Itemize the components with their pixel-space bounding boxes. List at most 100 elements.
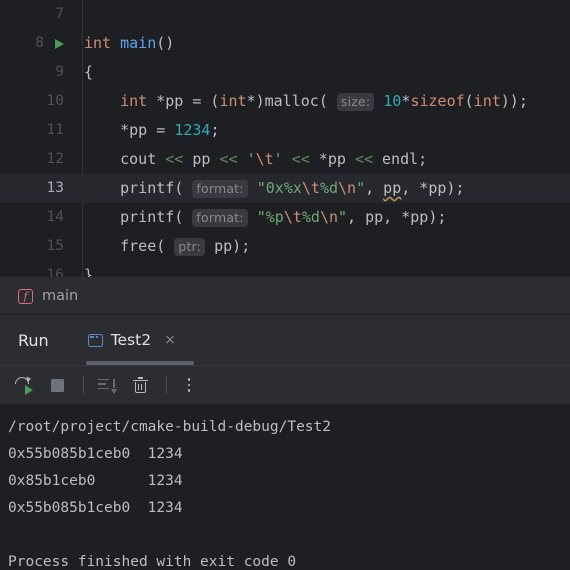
rerun-button[interactable]: [8, 370, 38, 400]
code-token: \t: [283, 208, 302, 226]
code-token: {: [84, 63, 94, 81]
scroll-to-end-button[interactable]: [91, 370, 121, 400]
code-text[interactable]: int *pp = (int*)malloc( size: 10*sizeof(…: [70, 92, 528, 111]
code-token: int: [473, 92, 501, 110]
line-number: 9: [55, 64, 64, 81]
code-token: cout: [84, 150, 166, 168]
code-token: printf: [84, 179, 175, 197]
ide-window: 7 8 int main() 9{10 int *pp = (int*)malloc(…: [0, 0, 570, 570]
code-token: *): [246, 92, 265, 110]
code-text[interactable]: free( ptr: pp);: [70, 237, 251, 256]
gutter-7[interactable]: 7: [0, 0, 70, 29]
parameter-hint: format:: [192, 180, 248, 198]
run-panel-toolbar: [0, 366, 570, 404]
code-token: int: [219, 92, 247, 110]
code-text[interactable]: cout << pp << '\t' << *pp << endl;: [70, 152, 427, 167]
code-text[interactable]: printf( format: "%p\t%d\n", pp, *pp);: [70, 208, 447, 227]
code-token: %d: [301, 208, 320, 226]
gutter-10[interactable]: 10: [0, 87, 70, 116]
code-token: (: [318, 92, 337, 110]
code-line-8[interactable]: 8 int main(): [0, 29, 570, 58]
code-line-12[interactable]: 12 cout << pp << '\t' << *pp << endl;: [0, 145, 570, 174]
code-text[interactable]: {: [70, 65, 93, 80]
code-token: \n: [338, 179, 357, 197]
code-line-13[interactable]: 13 printf( format: "0x%x\t%d\n", pp, *pp…: [0, 174, 570, 203]
clear-all-button[interactable]: [125, 370, 155, 400]
line-number: 8: [35, 35, 44, 52]
code-line-10[interactable]: 10 int *pp = (int*)malloc( size: 10*size…: [0, 87, 570, 116]
code-token: \n: [319, 208, 339, 226]
tab-test2[interactable]: Test2 ×: [84, 315, 183, 365]
stop-button[interactable]: [42, 370, 72, 400]
code-token: \t: [301, 179, 320, 197]
console-line: Process finished with exit code 0: [8, 554, 297, 570]
parameter-hint: format:: [192, 209, 248, 227]
code-token: ": [338, 208, 348, 226]
code-line-14[interactable]: 14 printf( format: "%p\t%d\n", pp, *pp);: [0, 203, 570, 232]
code-token: , pp, *pp);: [347, 208, 447, 226]
code-text[interactable]: }: [70, 268, 93, 278]
code-text[interactable]: int main(): [70, 36, 174, 51]
code-line-7[interactable]: 7: [0, 0, 570, 29]
line-number: 13: [46, 180, 64, 197]
code-token: *pp: [309, 150, 355, 168]
close-icon[interactable]: ×: [161, 331, 179, 349]
console-line: 0x85b1ceb0 1234: [8, 473, 183, 489]
code-editor[interactable]: 7 8 int main() 9{10 int *pp = (int*)malloc(…: [0, 0, 570, 277]
code-token: <<: [354, 150, 373, 168]
code-token: malloc: [264, 92, 319, 110]
console-output[interactable]: /root/project/cmake-build-debug/Test2 0x5…: [0, 404, 570, 570]
run-panel-header: Run Test2 ×: [0, 315, 570, 365]
code-token: "0x%x: [256, 179, 302, 197]
code-token: main: [120, 34, 157, 52]
code-line-9[interactable]: 9{: [0, 58, 570, 87]
code-token: ,: [365, 179, 384, 197]
breadcrumb-item-main[interactable]: main: [42, 288, 78, 304]
parameter-hint: size:: [336, 93, 375, 111]
line-number: 10: [46, 93, 64, 110]
code-text[interactable]: printf( format: "0x%x\t%d\n", pp, *pp);: [70, 179, 464, 198]
code-token: (: [174, 208, 193, 226]
code-line-11[interactable]: 11 *pp = 1234;: [0, 116, 570, 145]
gutter-16[interactable]: 16: [0, 261, 70, 277]
code-token: pp: [383, 179, 402, 197]
gutter-12[interactable]: 12: [0, 145, 70, 174]
gutter-9[interactable]: 9: [0, 58, 70, 87]
code-token: (: [174, 179, 193, 197]
code-token: "%p: [256, 208, 284, 226]
code-token: <<: [219, 150, 238, 168]
code-line-15[interactable]: 15 free( ptr: pp);: [0, 232, 570, 261]
code-text[interactable]: *pp = 1234;: [70, 123, 219, 138]
code-token: *pp = (: [147, 92, 220, 110]
code-token: int: [84, 34, 121, 52]
code-token: \t: [255, 150, 274, 168]
code-token: free: [84, 237, 157, 255]
editor-line-list: 7 8 int main() 9{10 int *pp = (int*)malloc(…: [0, 0, 570, 277]
code-token: 1234: [174, 121, 211, 139]
gutter-14[interactable]: 14: [0, 203, 70, 232]
gutter-15[interactable]: 15: [0, 232, 70, 261]
gutter-13[interactable]: 13: [0, 174, 70, 203]
active-tab-indicator: [86, 361, 194, 365]
code-token: sizeof: [410, 92, 465, 110]
more-options-icon: [187, 378, 191, 392]
gutter-11[interactable]: 11: [0, 116, 70, 145]
play-triangle-icon[interactable]: [55, 38, 64, 49]
more-options-button[interactable]: [174, 370, 204, 400]
code-token: <<: [291, 150, 310, 168]
code-token: <<: [165, 150, 184, 168]
line-number: 16: [46, 267, 64, 277]
function-f-icon: f: [18, 288, 33, 304]
parameter-hint: ptr:: [174, 238, 206, 256]
code-token: pp);: [214, 237, 251, 255]
breadcrumb[interactable]: f main: [0, 278, 570, 314]
code-token: (): [156, 34, 175, 52]
gutter-8[interactable]: 8: [0, 29, 70, 58]
code-line-16[interactable]: 16}: [0, 261, 570, 278]
